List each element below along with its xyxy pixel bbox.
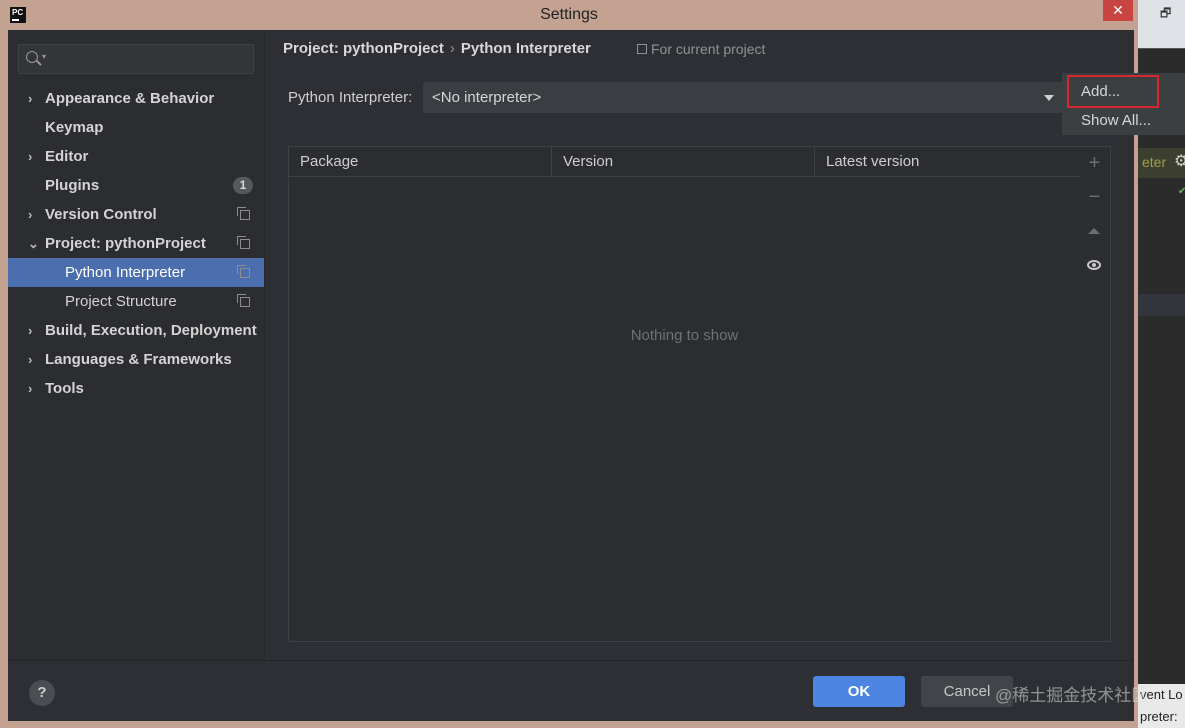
gear-icon[interactable]: ⚙: [1174, 151, 1185, 171]
add-package-icon[interactable]: +: [1079, 153, 1110, 173]
expand-chevron-icon[interactable]: ›: [28, 142, 40, 171]
remove-package-icon[interactable]: −: [1079, 187, 1110, 207]
collapse-chevron-icon[interactable]: ⌄: [28, 229, 40, 258]
sidebar-item-version-control[interactable]: › Version Control: [8, 200, 264, 229]
column-header-version[interactable]: Version: [552, 147, 815, 177]
plugins-update-badge: 1: [233, 177, 253, 194]
sidebar-item-label: Editor: [45, 148, 89, 165]
breadcrumb-project[interactable]: Project: pythonProject: [283, 40, 444, 57]
restore-icon[interactable]: 🗗: [1160, 4, 1171, 25]
ok-button[interactable]: OK: [813, 676, 905, 707]
expand-chevron-icon[interactable]: ›: [28, 84, 40, 113]
packages-toolbar: + −: [1079, 146, 1111, 642]
highlight-annotation-box: [1067, 75, 1159, 108]
scope-hint-text: For current project: [651, 41, 766, 57]
project-scope-icon: [237, 236, 250, 249]
dialog-footer: ? OK Cancel: [8, 660, 1134, 721]
breadcrumb-page: Python Interpreter: [460, 40, 591, 57]
expand-chevron-icon[interactable]: ›: [28, 345, 40, 374]
sidebar-item-label: Appearance & Behavior: [45, 90, 215, 107]
sidebar-item-label: Plugins: [45, 177, 100, 194]
check-icon: ✔: [1178, 186, 1185, 197]
expand-chevron-icon[interactable]: ›: [28, 200, 40, 229]
eye-icon[interactable]: [1087, 260, 1101, 270]
dialog-body: ▾ › Appearance & Behavior Keymap › Edito…: [8, 30, 1134, 721]
sidebar-item-label: Languages & Frameworks: [45, 351, 232, 368]
interpreter-status-chip[interactable]: eter ⚙: [1138, 148, 1185, 178]
sidebar-item-project-structure[interactable]: Project Structure: [8, 287, 264, 316]
divider: [1138, 48, 1185, 49]
background-titlebar: 🗗: [1138, 0, 1185, 48]
watermark: @稀土掘金技术社区: [995, 686, 1149, 705]
project-scope-icon: [237, 265, 250, 278]
settings-search-input[interactable]: ▾: [18, 44, 254, 74]
interpreter-select-value: <No interpreter>: [432, 89, 542, 106]
sidebar-item-editor[interactable]: › Editor: [8, 142, 264, 171]
sidebar-item-python-interpreter[interactable]: Python Interpreter: [8, 258, 264, 287]
sidebar-item-appearance[interactable]: › Appearance & Behavior: [8, 84, 264, 113]
sidebar-item-project[interactable]: ⌄ Project: pythonProject: [8, 229, 264, 258]
empty-table-message: Nothing to show: [630, 327, 739, 344]
breadcrumb-separator-icon: ›: [449, 40, 455, 57]
window-title: Settings: [540, 6, 598, 23]
sidebar-item-label: Python Interpreter: [65, 264, 186, 281]
sidebar-item-build[interactable]: › Build, Execution, Deployment: [8, 316, 264, 345]
scope-hint: For current project: [637, 41, 765, 57]
interpreter-status-text: preter:: [1138, 706, 1185, 728]
search-history-dropdown-icon[interactable]: ▾: [42, 52, 46, 61]
close-button[interactable]: ✕: [1103, 0, 1133, 21]
settings-dialog: PC Settings ✕ ▾ › Appearance & Behavior …: [0, 0, 1138, 728]
project-scope-icon: [637, 44, 647, 54]
packages-table: Package Version Latest version Nothing t…: [288, 146, 1081, 642]
sidebar-item-languages[interactable]: › Languages & Frameworks: [8, 345, 264, 374]
show-all-interpreters-menu-item[interactable]: Show All...: [1062, 106, 1185, 135]
expand-chevron-icon[interactable]: ›: [28, 374, 40, 403]
chip-label: eter: [1142, 154, 1167, 170]
search-icon: [26, 51, 38, 63]
help-button[interactable]: ?: [29, 680, 55, 706]
interpreter-label: Python Interpreter:: [288, 89, 413, 106]
interpreter-select[interactable]: <No interpreter>: [423, 82, 1065, 113]
settings-content-pane: Project: pythonProject › Python Interprete…: [265, 30, 1134, 660]
column-header-package[interactable]: Package: [289, 147, 552, 177]
sidebar-item-label: Tools: [45, 380, 84, 397]
background-highlight-row: [1138, 294, 1185, 316]
dropdown-arrow-icon[interactable]: [1044, 95, 1054, 101]
sidebar-item-tools[interactable]: › Tools: [8, 374, 264, 403]
settings-sidebar: ▾ › Appearance & Behavior Keymap › Edito…: [8, 30, 265, 660]
sidebar-item-label: Build, Execution, Deployment: [45, 322, 257, 339]
upgrade-package-icon[interactable]: [1088, 228, 1100, 234]
sidebar-item-keymap[interactable]: Keymap: [8, 113, 264, 142]
sidebar-item-label: Version Control: [45, 206, 157, 223]
project-scope-icon: [237, 207, 250, 220]
expand-chevron-icon[interactable]: ›: [28, 316, 40, 345]
titlebar: PC Settings ✕: [0, 0, 1138, 30]
sidebar-item-label: Keymap: [45, 119, 104, 136]
column-header-latest-version[interactable]: Latest version: [815, 147, 1080, 177]
sidebar-item-plugins[interactable]: Plugins 1: [8, 171, 264, 200]
breadcrumb: Project: pythonProject › Python Interprete…: [283, 40, 591, 57]
sidebar-item-label: Project Structure: [65, 293, 177, 310]
sidebar-item-label: Project: pythonProject: [45, 235, 206, 252]
project-scope-icon: [237, 294, 250, 307]
